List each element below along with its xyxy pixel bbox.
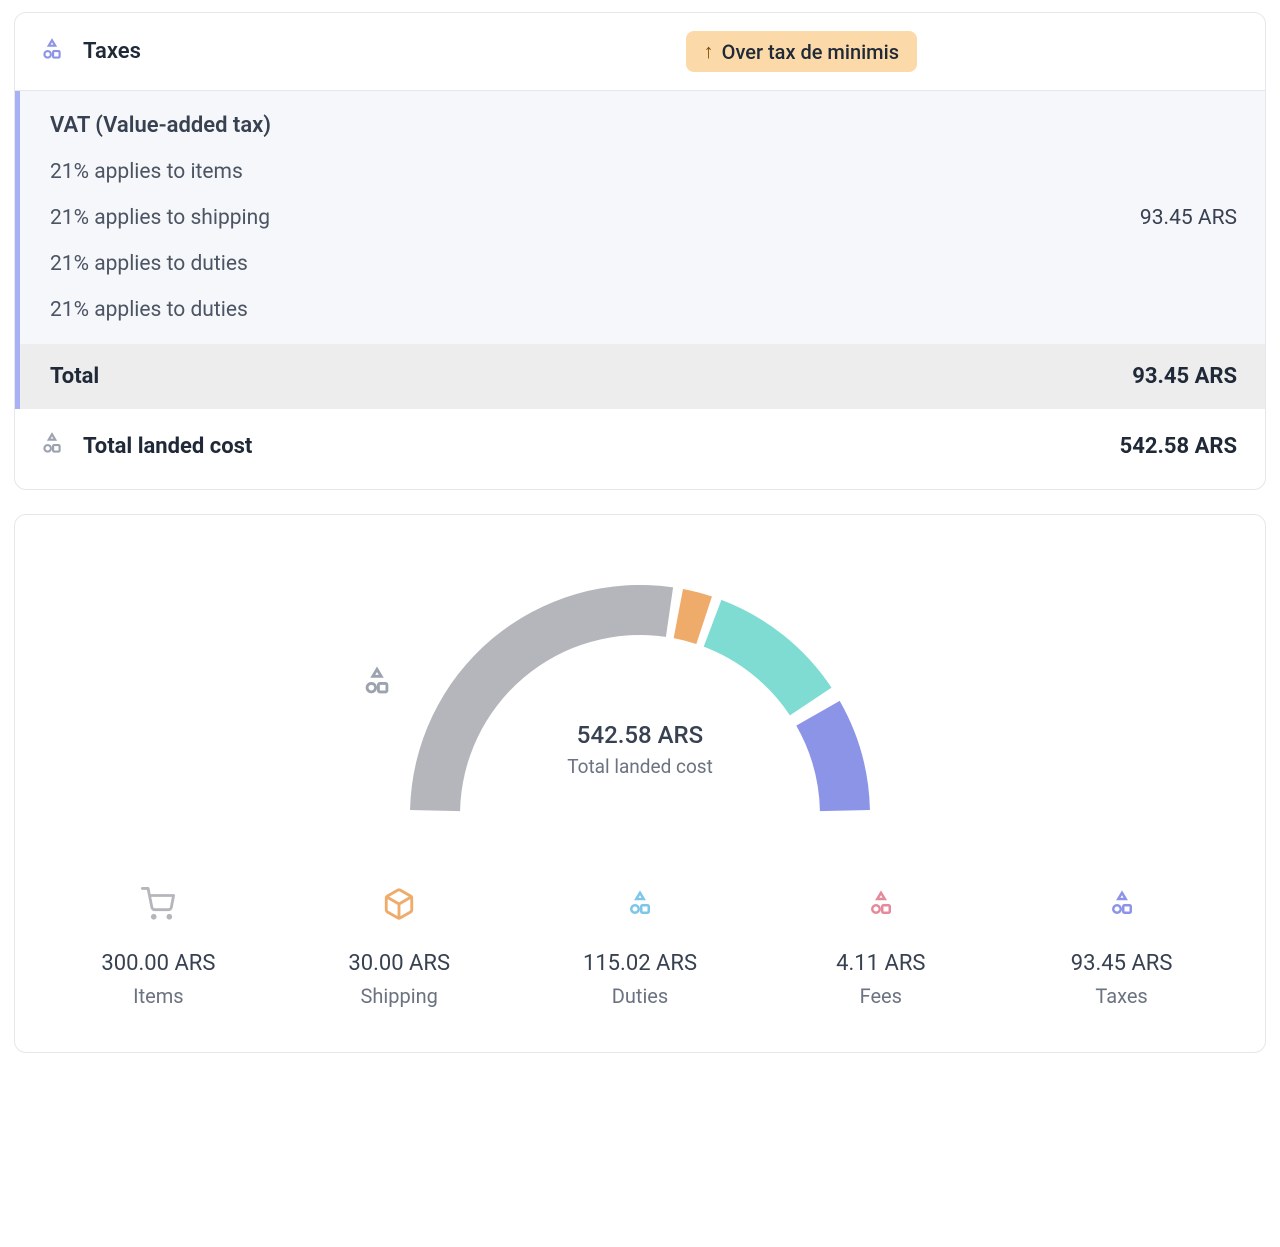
shapes-icon [360, 665, 920, 699]
vat-title: VAT (Value-added tax) [50, 113, 1237, 138]
total-landed-cost-row: Total landed cost 542.58 ARS [15, 409, 1265, 489]
vat-line-text: 21% applies to shipping [50, 206, 270, 230]
shapes-icon [39, 431, 65, 461]
tlc-amount: 542.58 ARS [1120, 434, 1237, 459]
chart-legend: 300.00 ARS Items 30.00 ARS Shipping [43, 885, 1237, 1008]
total-amount: 93.45 ARS [1132, 364, 1237, 389]
vat-line: 21% applies to duties [50, 252, 1237, 276]
vat-line-text: 21% applies to items [50, 160, 243, 184]
legend-item-shipping: 30.00 ARS Shipping [284, 885, 515, 1008]
shapes-icon [1006, 885, 1237, 923]
legend-value: 4.11 ARS [765, 951, 996, 976]
legend-value: 115.02 ARS [525, 951, 756, 976]
vat-line: 21% applies to items [50, 160, 1237, 184]
total-label: Total [50, 364, 99, 389]
taxes-label: Taxes [83, 39, 141, 64]
gauge-center-label: Total landed cost [360, 755, 920, 778]
legend-value: 30.00 ARS [284, 951, 515, 976]
cart-icon [43, 885, 274, 923]
vat-line-text: 21% applies to duties [50, 252, 248, 276]
legend-value: 300.00 ARS [43, 951, 274, 976]
box-icon [284, 885, 515, 923]
legend-name: Duties [525, 984, 756, 1008]
legend-item-items: 300.00 ARS Items [43, 885, 274, 1008]
vat-line-amount: 93.45 ARS [1140, 206, 1237, 230]
vat-line: 21% applies to duties [50, 298, 1237, 322]
legend-item-taxes: 93.45 ARS Taxes [1006, 885, 1237, 1008]
tlc-label: Total landed cost [83, 434, 252, 459]
vat-block: VAT (Value-added tax) 21% applies to ite… [15, 91, 1265, 344]
legend-name: Shipping [284, 984, 515, 1008]
legend-name: Taxes [1006, 984, 1237, 1008]
gauge-center-value: 542.58 ARS [360, 721, 920, 749]
taxes-total-row: Total 93.45 ARS [15, 344, 1265, 409]
tax-de-minimis-badge: ↑ Over tax de minimis [686, 31, 917, 72]
legend-name: Fees [765, 984, 996, 1008]
gauge-chart: 542.58 ARS Total landed cost [360, 555, 920, 835]
gauge-center: 542.58 ARS Total landed cost [360, 665, 920, 778]
badge-text: Over tax de minimis [722, 40, 899, 64]
taxes-header: Taxes ↑ Over tax de minimis [15, 13, 1265, 91]
legend-value: 93.45 ARS [1006, 951, 1237, 976]
vat-line: 21% applies to shipping 93.45 ARS [50, 206, 1237, 230]
landed-cost-chart-card: 542.58 ARS Total landed cost 300.00 ARS … [14, 514, 1266, 1053]
legend-name: Items [43, 984, 274, 1008]
arrow-up-icon: ↑ [704, 39, 714, 64]
shapes-icon [39, 37, 65, 67]
vat-line-text: 21% applies to duties [50, 298, 248, 322]
gauge-segment-shipping [674, 589, 712, 644]
legend-item-fees: 4.11 ARS Fees [765, 885, 996, 1008]
shapes-icon [765, 885, 996, 923]
legend-item-duties: 115.02 ARS Duties [525, 885, 756, 1008]
shapes-icon [525, 885, 756, 923]
taxes-card: Taxes ↑ Over tax de minimis VAT (Value-a… [14, 12, 1266, 490]
